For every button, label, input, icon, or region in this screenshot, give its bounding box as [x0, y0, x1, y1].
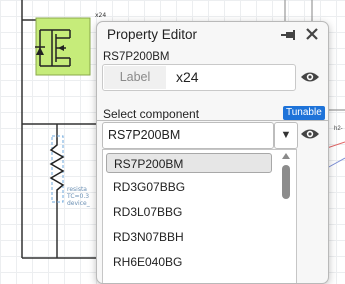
resistor-annotation: resista TC=0.3 device_	[67, 186, 90, 207]
chevron-down-icon[interactable]: ▼	[274, 122, 298, 149]
side-label: h2-	[334, 126, 343, 132]
close-icon[interactable]	[304, 26, 320, 42]
section-divider	[97, 120, 328, 121]
property-editor-panel: Property Editor RS7P200BM Label x24 Sele…	[96, 21, 329, 284]
resistor-annotation-line: TC=0.3	[67, 193, 90, 200]
list-item[interactable]: RD3N07BBH	[106, 227, 272, 247]
component-options-list[interactable]: RS7P200BM RD3G07BBG RD3L07BBG RD3N07BBH …	[102, 149, 297, 283]
probe-line-blue	[326, 157, 345, 169]
probe-line-red	[326, 141, 345, 149]
list-item[interactable]: RD3G07BBG	[106, 177, 272, 197]
component-name: RS7P200BM	[103, 51, 170, 63]
pin-icon[interactable]	[281, 28, 297, 42]
scrollbar-thumb[interactable]	[282, 165, 290, 199]
component-select-value: RS7P200BM	[108, 128, 181, 142]
eye-icon[interactable]	[300, 127, 320, 141]
component-select[interactable]: RS7P200BM	[102, 122, 274, 149]
mosfet-component[interactable]	[35, 17, 91, 76]
list-item[interactable]: RD3L07BBG	[106, 202, 272, 222]
label-field-chip: Label	[104, 66, 166, 89]
scroll-up-icon[interactable]	[282, 153, 290, 159]
label-input[interactable]: x24	[176, 65, 199, 90]
tunable-badge[interactable]: Tunable	[283, 106, 325, 120]
eye-icon[interactable]	[300, 70, 320, 84]
property-editor-title: Property Editor	[107, 27, 198, 42]
list-item[interactable]: RS7P200BM	[106, 153, 272, 173]
component-tag-label: x24	[95, 12, 107, 19]
label-field: Label x24	[102, 64, 296, 91]
resistor-annotation-line: resista	[67, 186, 87, 193]
select-component-label: Select component	[103, 107, 200, 121]
resistor-annotation-line: device_	[67, 200, 90, 207]
list-item[interactable]: RH6E040BG	[106, 252, 272, 272]
resistor-component[interactable]	[49, 135, 65, 203]
property-editor-title-bar[interactable]: Property Editor	[97, 22, 328, 48]
